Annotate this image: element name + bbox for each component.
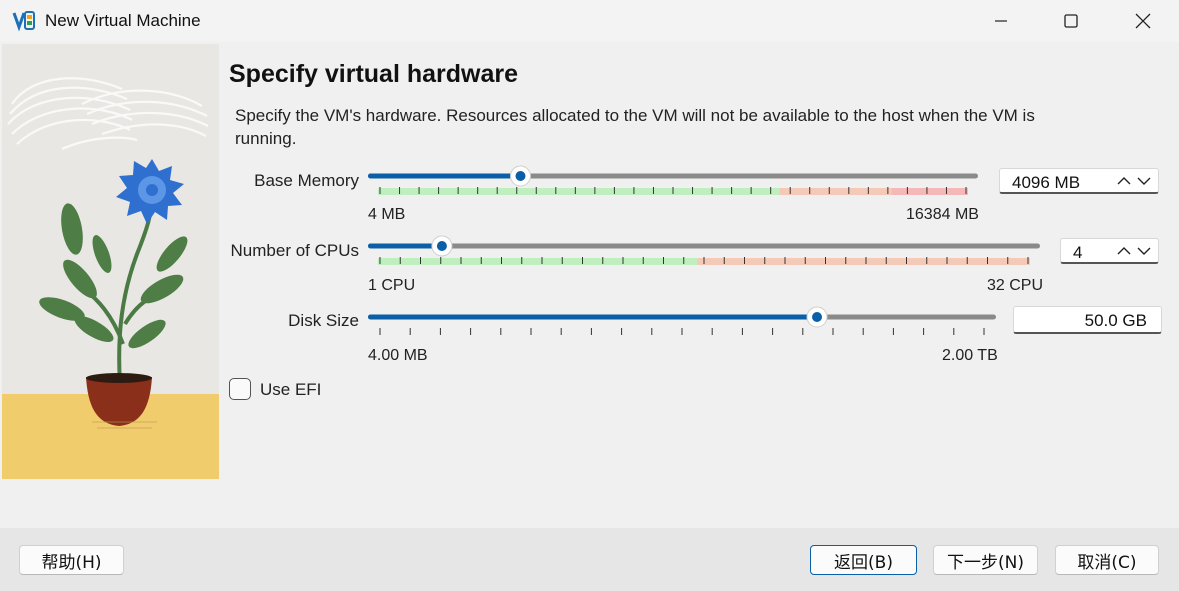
slider-handle-dot	[436, 241, 447, 251]
button-bar: 帮助(H) 返回(B) 下一步(N) 取消(C)	[0, 528, 1179, 591]
slider-zone	[779, 188, 892, 195]
wizard-artwork	[2, 44, 219, 479]
slider-fill	[368, 173, 521, 179]
minimize-icon	[995, 20, 1007, 22]
slider-zone	[378, 258, 698, 265]
maximize-button[interactable]	[1036, 0, 1106, 42]
cpus-value: 4	[1073, 243, 1083, 262]
spin-arrows-icon[interactable]	[1114, 172, 1154, 190]
spin-arrows-icon[interactable]	[1114, 242, 1154, 260]
disk-size-label-text: Disk Size	[288, 311, 359, 330]
next-button[interactable]: 下一步(N)	[933, 545, 1038, 575]
disk-size-label: Disk Size	[262, 311, 359, 331]
disk-size-input[interactable]: 50.0 GB	[1013, 306, 1162, 334]
base-memory-label: Base Memory	[232, 171, 359, 191]
slider-handle-dot	[515, 171, 526, 181]
slider-zone	[697, 258, 1030, 265]
close-icon	[1135, 13, 1150, 29]
disk-size-min: 4.00 MB	[368, 347, 428, 364]
base-memory-spinbox[interactable]: 4096 MB	[999, 168, 1159, 194]
base-memory-slider[interactable]	[368, 163, 980, 197]
cpus-label-text: Number of CPUs	[230, 241, 359, 260]
virtualbox-icon	[12, 11, 35, 32]
cpus-label: Number of CPUs	[222, 241, 359, 261]
title-bar: New Virtual Machine	[0, 0, 1179, 42]
page-description: Specify the VM's hardware. Resources all…	[235, 106, 1035, 148]
maximize-icon	[1064, 14, 1078, 28]
use-efi-checkbox[interactable]	[229, 378, 251, 400]
window-title: New Virtual Machine	[45, 11, 201, 30]
base-memory-value: 4096 MB	[1012, 173, 1081, 192]
new-vm-window: New Virtual Machine Specify virtual hard…	[0, 0, 1179, 591]
disk-size-slider[interactable]	[368, 304, 998, 338]
cancel-button[interactable]: 取消(C)	[1055, 545, 1159, 575]
disk-size-value: 50.0 GB	[1084, 311, 1147, 330]
slider-zone	[891, 188, 968, 195]
base-memory-max: 16384 MB	[906, 206, 979, 223]
cpus-spinbox[interactable]: 4	[1060, 238, 1159, 264]
base-memory-min: 4 MB	[368, 206, 406, 223]
disk-size-max: 2.00 TB	[942, 347, 998, 364]
close-button[interactable]	[1106, 0, 1179, 42]
slider-fill	[368, 314, 818, 320]
cpus-max: 32 CPU	[987, 277, 1044, 294]
minimize-button[interactable]	[966, 0, 1036, 42]
cpus-slider[interactable]	[368, 233, 1042, 267]
slider-handle-dot	[812, 312, 823, 322]
page-title: Specify virtual hardware	[229, 60, 519, 88]
use-efi-label[interactable]: Use EFI	[260, 380, 321, 400]
cpus-min: 1 CPU	[368, 277, 416, 294]
slider-track	[368, 243, 1040, 249]
base-memory-label-text: Base Memory	[254, 171, 359, 190]
back-button[interactable]: 返回(B)	[810, 545, 917, 575]
help-button[interactable]: 帮助(H)	[19, 545, 124, 575]
slider-fill	[368, 243, 442, 249]
